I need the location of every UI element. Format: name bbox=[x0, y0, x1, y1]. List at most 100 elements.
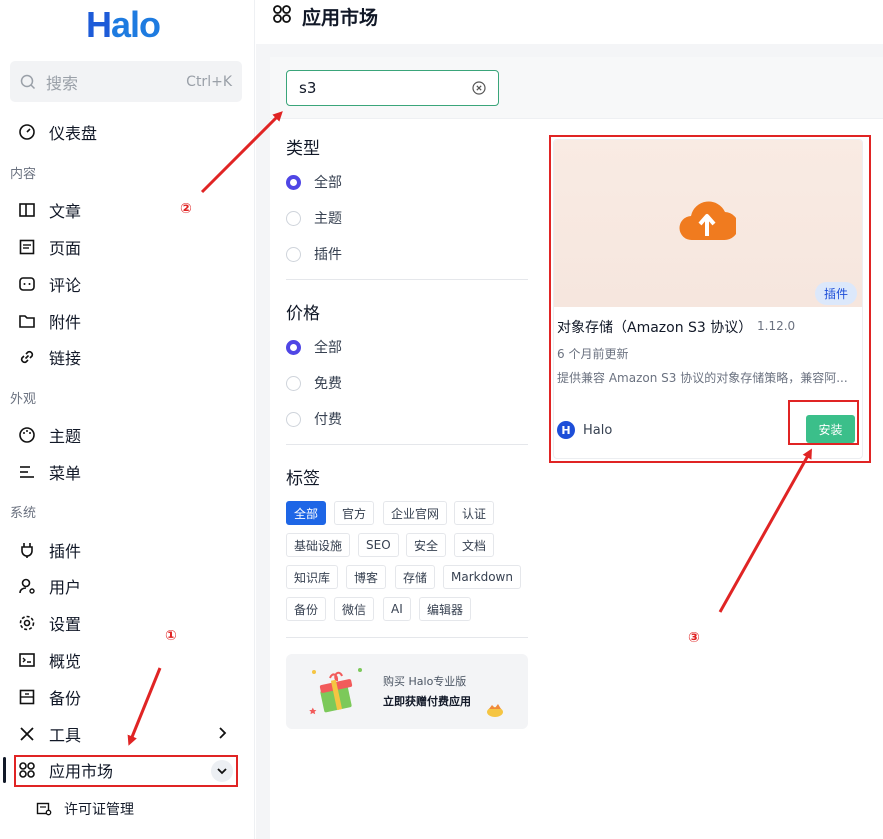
tag-storage[interactable]: 存储 bbox=[395, 565, 436, 589]
tag-docs[interactable]: 文档 bbox=[454, 533, 495, 557]
page-icon bbox=[18, 238, 36, 256]
chevron-right-icon[interactable] bbox=[218, 724, 228, 742]
market-search-input[interactable]: s3 bbox=[286, 70, 499, 106]
palette-icon bbox=[18, 426, 36, 444]
filter-type-theme[interactable]: 主题 bbox=[286, 208, 342, 228]
sidebar: Halo 搜索 Ctrl+K 仪表盘 内容 文章 页面 评论 附件 链接 外观 … bbox=[0, 0, 255, 839]
tag-all[interactable]: 全部 bbox=[286, 501, 327, 525]
link-icon bbox=[18, 348, 36, 366]
sidebar-item-backup[interactable]: 备份 bbox=[18, 684, 81, 710]
sidebar-item-attachments[interactable]: 附件 bbox=[18, 308, 81, 334]
filter-tags-title: 标签 bbox=[286, 469, 320, 489]
tag-knowledge-base[interactable]: 知识库 bbox=[286, 565, 339, 589]
tag-enterprise[interactable]: 企业官网 bbox=[383, 501, 448, 525]
sidebar-item-label: 文章 bbox=[49, 202, 82, 221]
dashboard-icon bbox=[18, 123, 36, 141]
sidebar-item-dashboard[interactable]: 仪表盘 bbox=[18, 119, 97, 145]
sidebar-item-users[interactable]: 用户 bbox=[18, 573, 81, 599]
promo-banner[interactable]: 购买 Halo专业版 立即获赠付费应用 bbox=[286, 654, 528, 729]
sidebar-item-label: 链接 bbox=[49, 349, 82, 368]
terminal-icon bbox=[18, 651, 36, 669]
sidebar-item-label: 附件 bbox=[49, 313, 82, 332]
group-label-system: 系统 bbox=[10, 506, 37, 521]
tag-ai[interactable]: AI bbox=[383, 597, 411, 621]
radio-unchecked bbox=[286, 210, 301, 226]
plug-icon bbox=[18, 541, 36, 559]
annotation-number-1: ① bbox=[165, 628, 177, 644]
filter-price-paid[interactable]: 付费 bbox=[286, 409, 342, 429]
annotation-number-3: ③ bbox=[688, 630, 700, 646]
comment-icon bbox=[18, 275, 36, 293]
filter-type-plugin[interactable]: 插件 bbox=[286, 244, 342, 264]
sidebar-item-label: 主题 bbox=[49, 427, 82, 446]
gift-icon bbox=[309, 668, 362, 715]
user-icon bbox=[18, 577, 36, 595]
active-indicator bbox=[3, 757, 6, 783]
promo-line-1: 购买 Halo专业版 bbox=[383, 675, 467, 688]
sidebar-item-label: 评论 bbox=[49, 276, 82, 295]
annotation-number-2: ② bbox=[180, 201, 192, 217]
folder-icon bbox=[18, 312, 36, 330]
tools-icon bbox=[18, 725, 36, 743]
sidebar-item-label: 备份 bbox=[49, 689, 82, 708]
radio-unchecked bbox=[286, 375, 301, 391]
radio-checked bbox=[286, 174, 301, 190]
archive-icon bbox=[18, 688, 36, 706]
tag-backup[interactable]: 备份 bbox=[286, 597, 327, 621]
crown-sticker-icon bbox=[487, 704, 503, 717]
halo-logo[interactable]: Halo bbox=[86, 4, 161, 46]
search-box[interactable]: 搜索 Ctrl+K bbox=[10, 61, 242, 102]
filter-price-title: 价格 bbox=[286, 304, 320, 324]
sidebar-item-comments[interactable]: 评论 bbox=[18, 271, 81, 297]
sidebar-item-license[interactable]: 许可证管理 bbox=[36, 796, 134, 822]
sidebar-item-settings[interactable]: 设置 bbox=[18, 610, 81, 636]
tag-certified[interactable]: 认证 bbox=[454, 501, 495, 525]
radio-label: 付费 bbox=[314, 412, 342, 428]
sidebar-item-label: 用户 bbox=[49, 578, 82, 597]
divider bbox=[286, 279, 528, 280]
sidebar-item-label: 仪表盘 bbox=[49, 124, 98, 143]
book-icon bbox=[18, 201, 36, 219]
license-icon bbox=[36, 801, 52, 817]
tag-infrastructure[interactable]: 基础设施 bbox=[286, 533, 351, 557]
tag-markdown[interactable]: Markdown bbox=[443, 565, 521, 589]
filter-type-all[interactable]: 全部 bbox=[286, 172, 342, 192]
sidebar-item-label: 页面 bbox=[49, 239, 82, 258]
radio-label: 插件 bbox=[314, 247, 342, 263]
sidebar-item-label: 工具 bbox=[49, 726, 82, 745]
sidebar-item-overview[interactable]: 概览 bbox=[18, 647, 81, 673]
menu-list-icon bbox=[18, 463, 36, 481]
highlight-box-install bbox=[788, 400, 859, 445]
filter-price-all[interactable]: 全部 bbox=[286, 337, 342, 357]
group-label-appearance: 外观 bbox=[10, 392, 37, 407]
sidebar-item-menus[interactable]: 菜单 bbox=[18, 459, 81, 485]
filter-type-title: 类型 bbox=[286, 139, 320, 159]
tag-official[interactable]: 官方 bbox=[334, 501, 375, 525]
tag-wechat[interactable]: 微信 bbox=[334, 597, 375, 621]
sidebar-item-pages[interactable]: 页面 bbox=[18, 234, 81, 260]
sidebar-item-posts[interactable]: 文章 bbox=[18, 197, 81, 223]
divider bbox=[286, 637, 528, 638]
tag-seo[interactable]: SEO bbox=[358, 533, 399, 557]
clear-icon[interactable] bbox=[472, 81, 486, 95]
filter-price-free[interactable]: 免费 bbox=[286, 373, 342, 393]
sidebar-item-links[interactable]: 链接 bbox=[18, 344, 81, 370]
radio-checked bbox=[286, 339, 301, 355]
group-label-content: 内容 bbox=[10, 167, 37, 182]
sidebar-item-label: 设置 bbox=[49, 615, 82, 634]
sidebar-item-label: 菜单 bbox=[49, 464, 82, 483]
radio-unchecked bbox=[286, 411, 301, 427]
sidebar-item-plugins[interactable]: 插件 bbox=[18, 537, 81, 563]
radio-unchecked bbox=[286, 246, 301, 262]
radio-label: 全部 bbox=[314, 340, 342, 356]
search-shortcut: Ctrl+K bbox=[186, 73, 232, 90]
sidebar-item-label: 概览 bbox=[49, 652, 82, 671]
radio-label: 全部 bbox=[314, 175, 342, 191]
apps-grid-icon bbox=[273, 5, 291, 23]
tag-blog[interactable]: 博客 bbox=[346, 565, 387, 589]
sidebar-item-tools[interactable]: 工具 bbox=[18, 721, 81, 747]
sidebar-item-themes[interactable]: 主题 bbox=[18, 422, 81, 448]
tag-editor[interactable]: 编辑器 bbox=[419, 597, 472, 621]
highlight-box-app-market bbox=[14, 755, 238, 787]
tag-security[interactable]: 安全 bbox=[406, 533, 447, 557]
